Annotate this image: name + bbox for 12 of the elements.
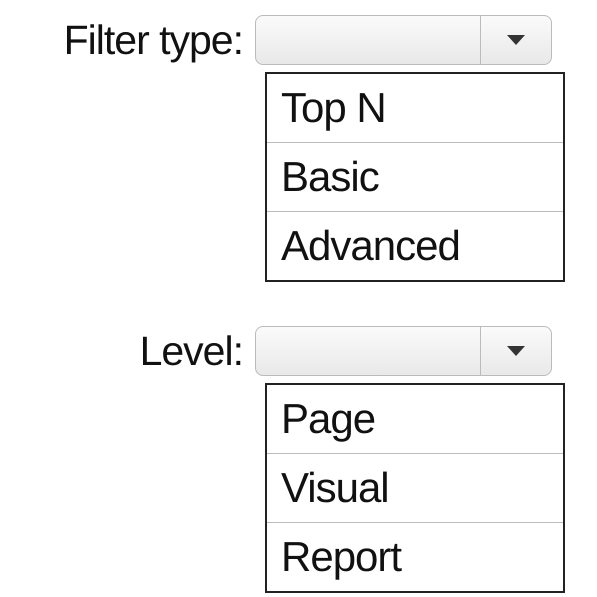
caret-icon bbox=[507, 35, 525, 45]
dropdown-option[interactable]: Advanced bbox=[267, 211, 563, 280]
field-label: Level: bbox=[138, 328, 244, 374]
field-label: Filter type: bbox=[62, 16, 244, 64]
dropdown-option[interactable]: Basic bbox=[267, 142, 563, 211]
dropdown-option[interactable]: Page bbox=[267, 385, 563, 453]
dropdown[interactable] bbox=[255, 326, 552, 376]
dropdown-option[interactable]: Report bbox=[267, 522, 563, 591]
caret-icon bbox=[507, 346, 525, 356]
dropdown-option[interactable]: Top N bbox=[267, 74, 563, 142]
dropdown[interactable] bbox=[255, 15, 552, 65]
dropdown-option[interactable]: Visual bbox=[267, 453, 563, 522]
